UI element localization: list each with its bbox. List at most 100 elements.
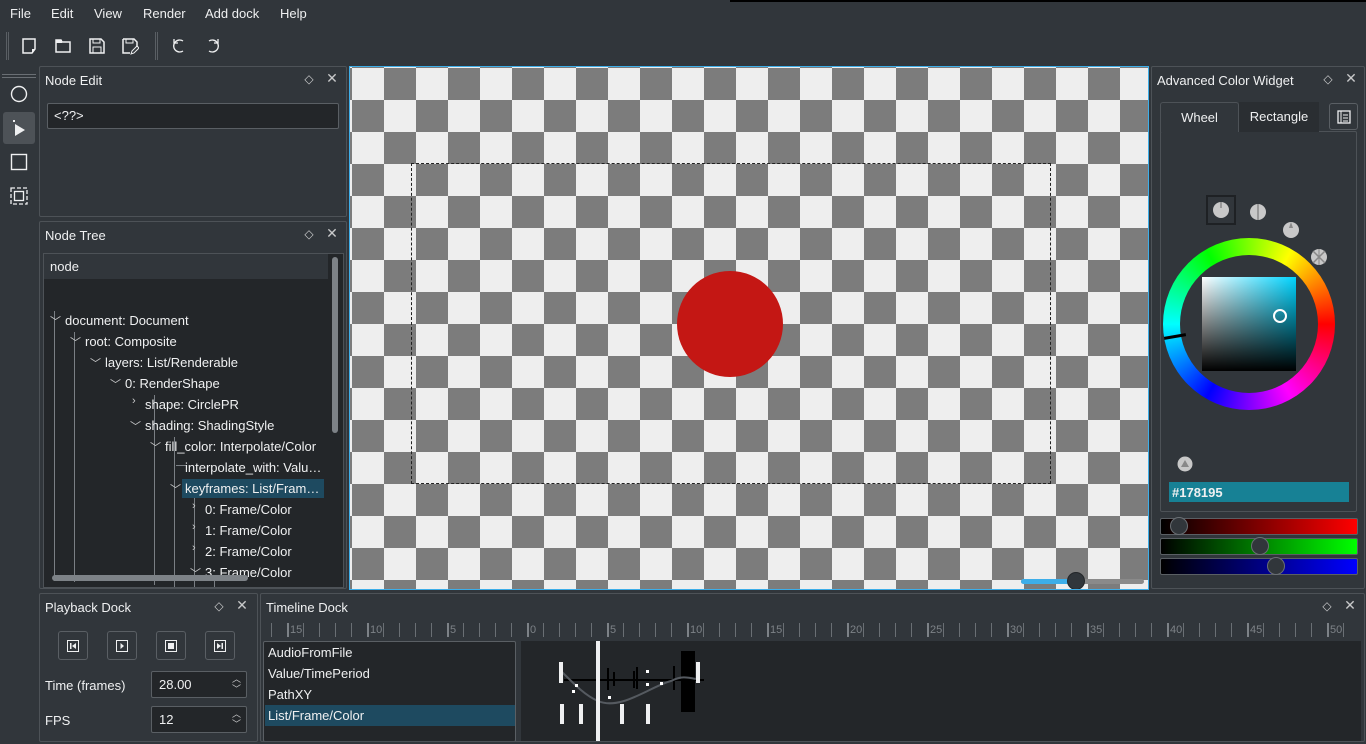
folder-icon [55,39,71,53]
time-period-end[interactable] [696,662,700,683]
save-as-button[interactable] [118,35,142,57]
jump-end-button[interactable] [205,631,235,660]
tree-row-document[interactable]: document: Document [65,311,189,330]
tree-row-root[interactable]: root: Composite [85,332,177,351]
timeline-ruler[interactable]: 15 10 5 0 5 10 15 20 25 30 35 40 45 50 [264,621,1364,641]
tree-row-shading[interactable]: shading: ShadingStyle [145,416,274,435]
zoom-slider[interactable] [1021,572,1144,589]
ruler-tick [1119,623,1120,637]
menu-edit[interactable]: Edit [51,6,73,21]
spin-arrows-icon[interactable]: ︿ ﹀ [232,709,241,729]
blue-slider-handle[interactable] [1266,557,1285,575]
menu-view[interactable]: View [94,6,122,21]
menu-add-dock[interactable]: Add dock [205,6,259,21]
float-dock-icon[interactable]: ◇ [302,72,316,86]
track-item[interactable]: AudioFromFile [265,642,515,663]
timeline-track-area[interactable] [521,641,1361,742]
tree-row-fill-color[interactable]: fill_color: Interpolate/Color [165,437,316,456]
track-item-selected[interactable]: List/Frame/Color [265,705,515,726]
play-button[interactable] [107,631,137,660]
tree-row-shape[interactable]: shape: CirclePR [145,395,239,414]
track-item[interactable]: Value/TimePeriod [265,663,515,684]
zoom-slider-handle[interactable] [1067,572,1086,589]
collapse-arrow-icon[interactable]: ﹀ [50,313,61,329]
node-tree-view[interactable]: node ﹀ document: Document ﹀ root: Compos… [43,253,344,588]
time-spinbox[interactable]: 28.00 ︿ ﹀ [151,671,247,698]
red-slider-handle[interactable] [1169,517,1188,535]
float-dock-icon[interactable]: ◇ [212,599,226,613]
tree-row-frame-1[interactable]: 1: Frame/Color [205,521,292,540]
float-dock-icon[interactable]: ◇ [302,227,316,241]
color-options-button[interactable] [1329,103,1358,130]
undo-button[interactable] [167,35,191,57]
float-dock-icon[interactable]: ◇ [1321,72,1335,86]
collapse-arrow-icon[interactable]: ﹀ [130,418,141,434]
green-slider[interactable] [1160,537,1358,555]
track-item[interactable]: PathXY [265,684,515,705]
tree-row-frame-2[interactable]: 2: Frame/Color [205,542,292,561]
tree-row-keyframes[interactable]: keyframes: List/Fram… [182,479,324,498]
tree-row-render-shape[interactable]: 0: RenderShape [125,374,220,393]
close-dock-icon[interactable]: ✕ [1343,598,1357,612]
menu-help[interactable]: Help [280,6,307,21]
color-keyframes[interactable] [560,704,650,724]
circle-shape[interactable] [677,271,783,377]
ruler-tick [639,623,640,637]
node-value-input[interactable]: <??> [47,103,339,129]
tree-row-layers[interactable]: layers: List/Renderable [105,353,238,372]
wheel-color-space-icon[interactable] [1310,248,1328,266]
ruler-tick [575,623,576,637]
select-tool-button[interactable] [3,112,35,144]
close-dock-icon[interactable]: ✕ [325,71,339,85]
fps-spinbox[interactable]: 12 ︿ ﹀ [151,706,247,733]
vertical-scrollbar[interactable] [332,257,338,433]
open-file-button[interactable] [51,35,75,57]
save-button[interactable] [85,35,109,57]
playhead[interactable] [596,641,600,742]
toolbar-grip[interactable] [6,32,9,60]
blue-slider[interactable] [1160,557,1358,575]
collapse-arrow-icon[interactable]: ﹀ [110,376,121,392]
expand-arrow-icon[interactable]: › [132,395,136,407]
wheel-shape-option-icon[interactable] [1249,203,1267,221]
tree-row-interpolate-with[interactable]: interpolate_with: Valu… [185,458,321,477]
collapse-arrow-icon[interactable]: ﹀ [170,481,181,497]
expand-arrow-icon[interactable]: › [192,521,196,533]
expand-arrow-icon[interactable]: › [192,542,196,554]
collapse-arrow-icon[interactable]: ﹀ [90,355,101,371]
jump-start-button[interactable] [58,631,88,660]
green-slider-handle[interactable] [1251,537,1270,555]
red-slider[interactable] [1160,517,1358,535]
menu-render[interactable]: Render [143,6,186,21]
ellipse-tool-button[interactable] [3,78,35,110]
redo-button[interactable] [201,35,225,57]
menu-file[interactable]: File [10,6,31,21]
track-list[interactable]: AudioFromFile Value/TimePeriod PathXY Li… [263,641,516,741]
expand-arrow-icon[interactable]: › [192,500,196,512]
tree-row-frame-0[interactable]: 0: Frame/Color [205,500,292,519]
column-header-node[interactable]: node [44,254,328,279]
wheel-shape-option-selected[interactable] [1206,195,1236,225]
fit-view-tool-button[interactable] [3,180,35,212]
rectangle-tool-button[interactable] [3,146,35,178]
saturation-value-square[interactable] [1202,277,1296,371]
horizontal-scrollbar[interactable] [52,575,248,581]
new-file-button[interactable] [17,35,41,57]
color-mode-toggle-icon[interactable] [1177,456,1193,472]
collapse-arrow-icon[interactable]: ﹀ [70,334,81,350]
close-dock-icon[interactable]: ✕ [235,598,249,612]
tab-wheel[interactable]: Wheel [1160,102,1239,132]
time-period-start[interactable] [559,662,563,683]
stop-button[interactable] [156,631,186,660]
wheel-rotate-option-icon[interactable] [1282,221,1300,239]
tab-rectangle[interactable]: Rectangle [1239,102,1319,132]
hex-color-input[interactable]: #178195 [1169,482,1349,502]
color-picker-handle[interactable] [1273,309,1287,323]
tree-row-time[interactable]: time: Value/Time [225,584,321,587]
close-dock-icon[interactable]: ✕ [325,226,339,240]
spin-arrows-icon[interactable]: ︿ ﹀ [232,674,241,694]
float-dock-icon[interactable]: ◇ [1320,599,1334,613]
close-dock-icon[interactable]: ✕ [1344,71,1358,85]
canvas-viewport[interactable] [349,66,1149,590]
collapse-arrow-icon[interactable]: ﹀ [150,439,161,455]
